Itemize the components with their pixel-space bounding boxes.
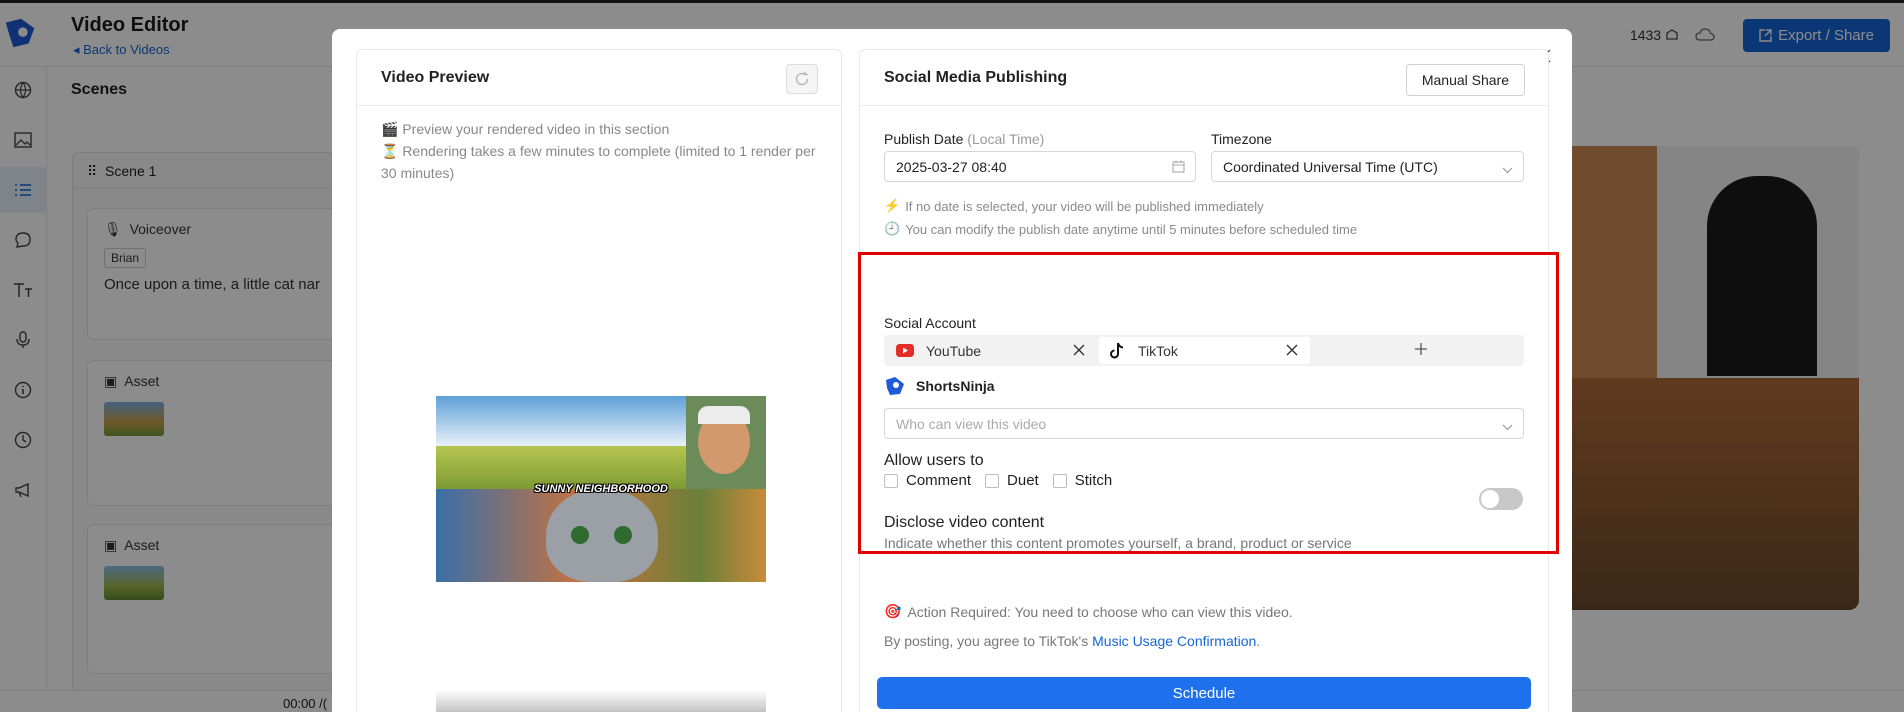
remove-account-icon[interactable]: [1073, 343, 1085, 359]
publish-modal: Video Preview 🎬 Preview your rendered vi…: [332, 29, 1572, 712]
checkbox-box[interactable]: [884, 473, 898, 488]
modify-hint-text: You can modify the publish date anytime …: [905, 221, 1358, 237]
local-time-suffix: (Local Time): [967, 131, 1045, 147]
account-name: YouTube: [926, 342, 982, 359]
publish-date-label-text: Publish Date: [884, 131, 964, 147]
allow-users-heading: Allow users to: [884, 452, 984, 469]
youtube-icon: [896, 344, 914, 357]
comment-checkbox[interactable]: Comment: [884, 472, 971, 489]
channel-name: ShortsNinja: [916, 378, 995, 394]
music-usage-note: By posting, you agree to TikTok's Music …: [884, 633, 1260, 649]
modify-date-hint: 🕘 You can modify the publish date anytim…: [884, 221, 1357, 237]
timezone-label: Timezone: [1211, 131, 1272, 147]
publishing-title: Social Media Publishing: [884, 69, 1068, 86]
video-caption: SUNNY NEIGHBORHOOD: [534, 483, 668, 495]
rendering-note: ⏳ Rendering takes a few minutes to compl…: [381, 143, 816, 181]
remove-account-icon[interactable]: [1286, 343, 1298, 359]
option-label: Duet: [1007, 472, 1039, 489]
preview-note: 🎬 Preview your rendered video in this se…: [381, 121, 670, 137]
chevron-down-icon: [1502, 418, 1513, 434]
immediate-publish-hint: ⚡ If no date is selected, your video wil…: [884, 198, 1264, 214]
action-required-note: 🎯 Action Required: You need to choose wh…: [884, 603, 1293, 620]
publish-date-input[interactable]: 2025-03-27 08:40: [884, 151, 1196, 182]
rendered-video-player[interactable]: SUNNY NEIGHBORHOOD: [436, 396, 766, 582]
add-account-icon[interactable]: [1414, 342, 1428, 361]
video-preview-title: Video Preview: [381, 69, 490, 86]
account-tab-youtube[interactable]: YouTube: [886, 337, 1097, 364]
shortsninja-logo: [886, 377, 904, 395]
social-publishing-panel: Social Media Publishing Manual Share Pub…: [859, 49, 1549, 712]
stitch-checkbox[interactable]: Stitch: [1052, 472, 1113, 489]
who-can-view-placeholder: Who can view this video: [896, 416, 1047, 432]
manual-share-button[interactable]: Manual Share: [1405, 64, 1525, 96]
account-tab-tiktok[interactable]: TikTok: [1099, 337, 1310, 364]
schedule-button[interactable]: Schedule: [877, 677, 1531, 709]
video-preview-panel: Video Preview 🎬 Preview your rendered vi…: [356, 49, 842, 712]
disclose-heading: Disclose video content: [884, 514, 1045, 531]
tiktok-icon: [1110, 342, 1124, 358]
agree-suffix: .: [1256, 633, 1261, 649]
disclose-toggle[interactable]: [1479, 488, 1523, 510]
toggle-knob: [1481, 490, 1499, 508]
option-label: Comment: [906, 472, 972, 489]
option-label: Stitch: [1074, 472, 1113, 489]
timezone-value: Coordinated Universal Time (UTC): [1223, 159, 1438, 175]
clock-icon: 🕘: [884, 221, 901, 236]
refresh-icon: [795, 71, 809, 86]
publish-date-label: Publish Date (Local Time): [884, 131, 1044, 147]
allow-users-options: Comment Duet Stitch: [884, 472, 1126, 489]
timezone-select[interactable]: Coordinated Universal Time (UTC): [1211, 151, 1524, 182]
refresh-button[interactable]: [786, 64, 818, 94]
video-thumbnail-strip: [436, 690, 766, 712]
preview-notes: 🎬 Preview your rendered video in this se…: [381, 118, 831, 184]
channel-row: ShortsNinja: [884, 376, 995, 396]
immediate-hint-text: If no date is selected, your video will …: [905, 198, 1264, 214]
music-usage-link[interactable]: Music Usage Confirmation: [1092, 633, 1256, 649]
publish-date-value: 2025-03-27 08:40: [896, 159, 1007, 175]
checkbox-box[interactable]: [1052, 473, 1067, 488]
disclose-description: Indicate whether this content promotes y…: [884, 535, 1352, 551]
who-can-view-select[interactable]: Who can view this video: [884, 408, 1524, 439]
social-account-label: Social Account: [884, 315, 976, 331]
checkbox-box[interactable]: [985, 473, 1000, 488]
chevron-down-icon: [1502, 161, 1513, 177]
calendar-icon: [1172, 160, 1185, 176]
target-icon: 🎯: [884, 603, 902, 619]
social-account-tabs: YouTube TikTok: [884, 335, 1524, 366]
account-name: TikTok: [1138, 342, 1178, 359]
action-required-text: Action Required: You need to choose who …: [907, 603, 1293, 620]
duet-checkbox[interactable]: Duet: [985, 472, 1039, 489]
lightning-icon: ⚡: [884, 198, 901, 213]
agree-prefix: By posting, you agree to TikTok's: [884, 633, 1093, 649]
